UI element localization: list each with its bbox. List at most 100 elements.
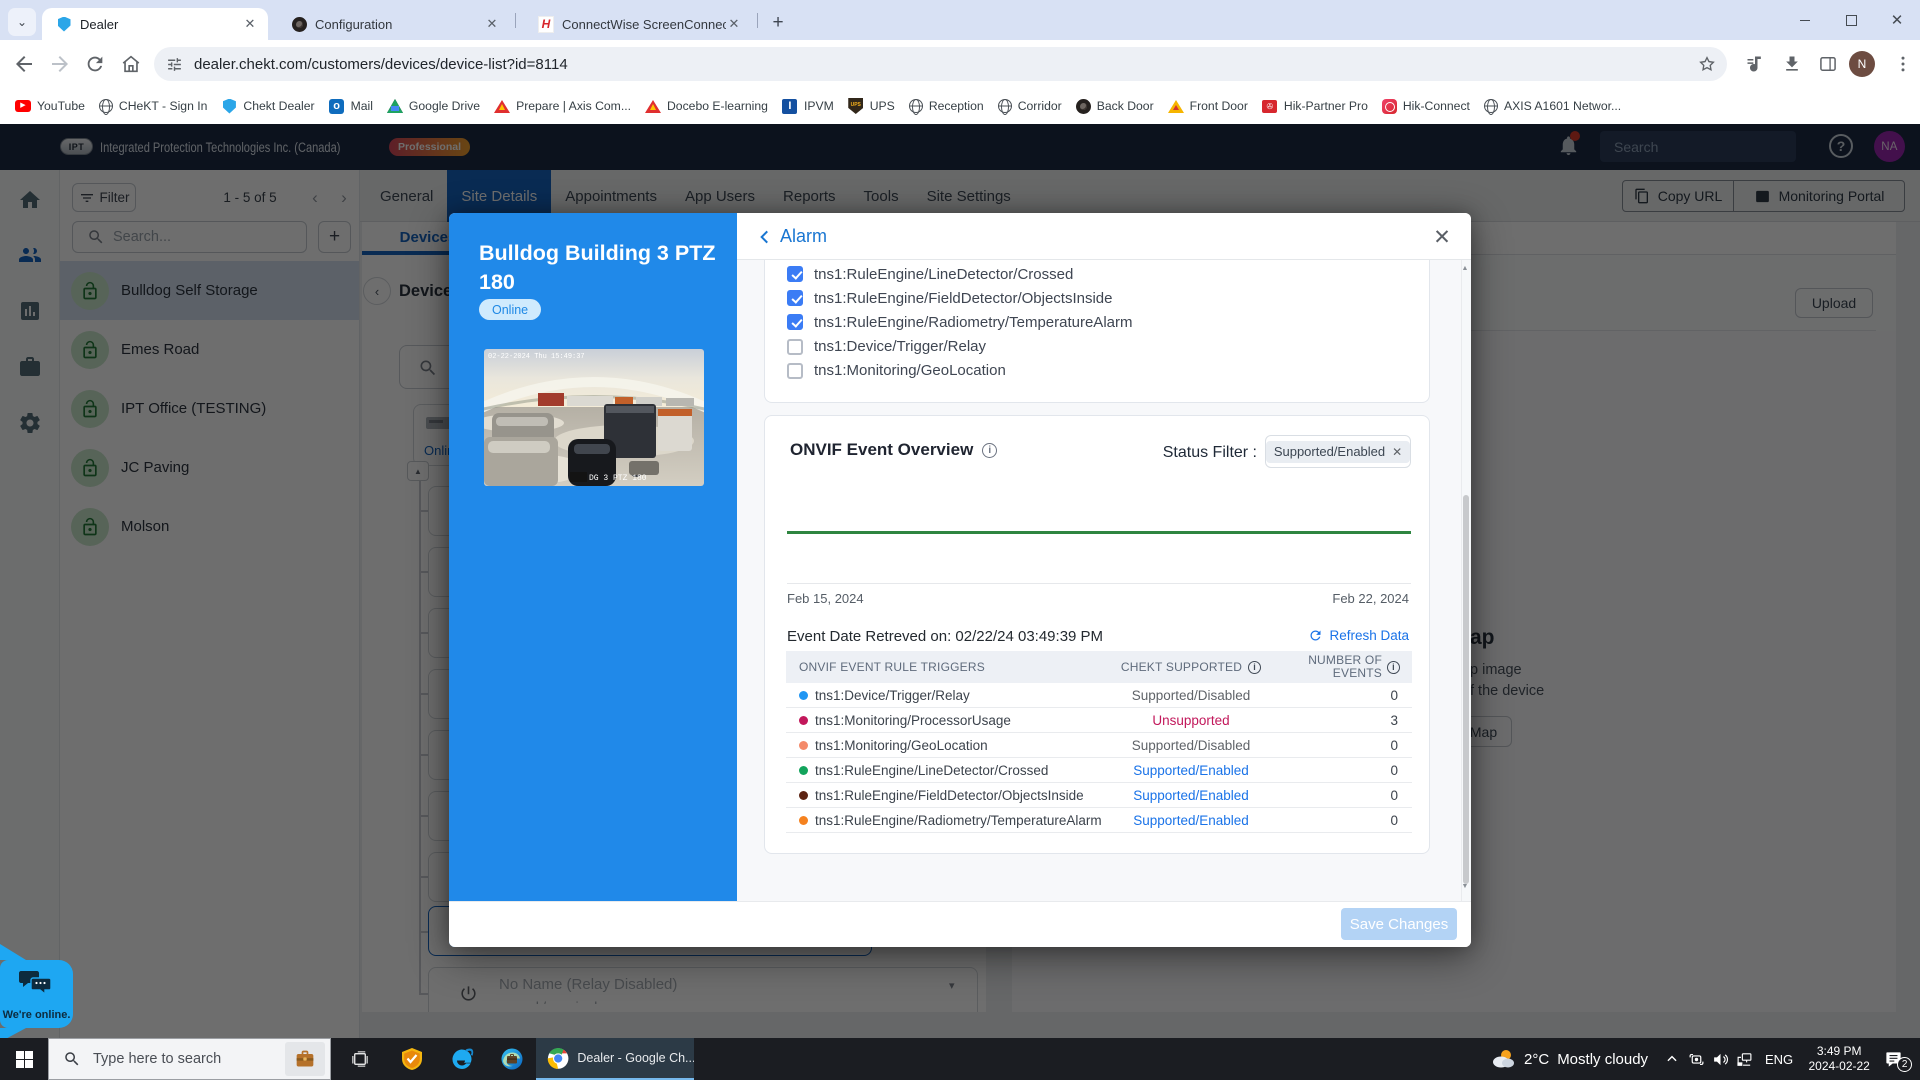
- save-changes-button[interactable]: Save Changes: [1341, 908, 1457, 940]
- url-text[interactable]: dealer.chekt.com/customers/devices/devic…: [194, 47, 568, 81]
- status-filter-select[interactable]: Supported/Enabled ✕: [1265, 435, 1411, 468]
- tray-network-icon[interactable]: [1732, 1051, 1756, 1068]
- taskbar-weather[interactable]: 2°C Mostly cloudy: [1490, 1038, 1648, 1080]
- bookmark-favicon: [99, 99, 113, 113]
- trigger-name: tns1:Monitoring/GeoLocation: [815, 738, 988, 753]
- site-info-icon[interactable]: [166, 56, 183, 73]
- scrollbar-thumb[interactable]: [1463, 495, 1469, 884]
- downloads-icon[interactable]: [1782, 54, 1802, 74]
- taskbar-active-task[interactable]: Dealer - Google Ch...: [536, 1038, 694, 1080]
- tab-close-icon[interactable]: ✕: [242, 16, 258, 32]
- back-icon[interactable]: [12, 52, 36, 76]
- forward-icon[interactable]: [48, 52, 72, 76]
- tab-title: Configuration: [315, 17, 484, 32]
- refresh-data-label: Refresh Data: [1329, 628, 1409, 643]
- bookmark-item[interactable]: Google Drive: [380, 93, 487, 119]
- bookmark-item[interactable]: Prepare | Axis Com...: [487, 93, 638, 119]
- info-icon[interactable]: i: [982, 443, 997, 458]
- checkbox[interactable]: [787, 266, 803, 282]
- bookmark-favicon: [998, 99, 1012, 113]
- new-tab-button[interactable]: +: [764, 9, 792, 37]
- thumb-label: DG 3 PTZ 180: [589, 474, 647, 483]
- browser-tab-dealer[interactable]: Dealer ✕: [42, 8, 268, 40]
- browser-tab-connectwise[interactable]: ConnectWise ScreenConnect Re ✕: [524, 8, 752, 40]
- thumb-timestamp: 02-22-2024 Thu 15:49:37: [488, 353, 585, 361]
- bookmark-item[interactable]: YouTube: [8, 93, 92, 119]
- side-panel-icon[interactable]: [1818, 54, 1838, 74]
- back-label: Alarm: [780, 226, 827, 247]
- camera-thumbnail[interactable]: 02-22-2024 Thu 15:49:37 DG 3 PTZ 180: [484, 349, 704, 486]
- bookmark-item[interactable]: Hik-Connect: [1375, 93, 1477, 119]
- taskbar-app-norton[interactable]: [388, 1038, 436, 1080]
- tab-search-button[interactable]: ⌄: [8, 8, 36, 36]
- info-icon[interactable]: i: [1387, 661, 1400, 674]
- tray-expand-icon[interactable]: [1660, 1052, 1684, 1066]
- bookmark-item[interactable]: Chekt Dealer: [214, 93, 321, 119]
- briefcase-icon[interactable]: [285, 1042, 325, 1076]
- bookmark-item[interactable]: Hik-Partner Pro: [1255, 93, 1375, 119]
- taskbar-app-ie[interactable]: [438, 1038, 486, 1080]
- bookmark-item[interactable]: CHeKT - Sign In: [92, 93, 215, 119]
- event-trigger-option[interactable]: tns1:RuleEngine/Radiometry/TemperatureAl…: [787, 310, 1132, 334]
- tab-title: ConnectWise ScreenConnect Re: [562, 17, 726, 32]
- refresh-data-link[interactable]: Refresh Data: [1308, 628, 1409, 643]
- tab-close-icon[interactable]: ✕: [726, 16, 742, 32]
- start-button[interactable]: [0, 1038, 48, 1080]
- close-icon[interactable]: ✕: [1431, 226, 1453, 248]
- home-icon[interactable]: [120, 53, 144, 77]
- bookmark-item[interactable]: Corridor: [991, 93, 1069, 119]
- tray-volume-icon[interactable]: [1708, 1051, 1732, 1068]
- browser-tab-configuration[interactable]: Configuration ✕: [278, 8, 510, 40]
- tab-title: Dealer: [80, 17, 242, 32]
- chat-widget[interactable]: We're online.: [0, 960, 73, 1028]
- checkbox[interactable]: [787, 363, 803, 379]
- tab-divider: [757, 13, 758, 28]
- back-link[interactable]: Alarm: [756, 213, 827, 260]
- event-trigger-option[interactable]: tns1:Device/Trigger/Relay: [787, 335, 986, 359]
- window-minimize-button[interactable]: [1782, 0, 1828, 40]
- event-trigger-option[interactable]: tns1:RuleEngine/LineDetector/Crossed: [787, 262, 1073, 286]
- bookmark-item[interactable]: Mail: [322, 93, 380, 119]
- tray-capture-icon[interactable]: [1684, 1051, 1708, 1068]
- bookmark-item[interactable]: AXIS A1601 Networ...: [1477, 93, 1628, 119]
- table-row: tns1:RuleEngine/LineDetector/Crossed Sup…: [786, 758, 1412, 783]
- reload-icon[interactable]: [84, 53, 108, 77]
- event-trigger-option[interactable]: tns1:Monitoring/GeoLocation: [787, 359, 1006, 383]
- scrollbar-up-icon[interactable]: ▲: [1460, 265, 1470, 277]
- bookmark-item[interactable]: Docebo E-learning: [638, 93, 775, 119]
- bookmark-item[interactable]: Back Door: [1069, 93, 1161, 119]
- bookmark-favicon: [909, 99, 923, 113]
- chip-remove-icon[interactable]: ✕: [1392, 445, 1402, 459]
- bookmark-item[interactable]: IPVM: [775, 93, 841, 119]
- notification-center-icon[interactable]: 2: [1876, 1050, 1910, 1069]
- bookmark-item[interactable]: Reception: [902, 93, 991, 119]
- checkbox[interactable]: [787, 339, 803, 355]
- event-trigger-option[interactable]: tns1:RuleEngine/FieldDetector/ObjectsIns…: [787, 286, 1113, 310]
- window-maximize-button[interactable]: [1828, 0, 1874, 40]
- tray-language[interactable]: ENG: [1756, 1052, 1802, 1067]
- bookmark-item[interactable]: Front Door: [1161, 93, 1255, 119]
- info-icon[interactable]: i: [1248, 661, 1261, 674]
- series-dot: [799, 741, 808, 750]
- checkbox[interactable]: [787, 290, 803, 306]
- status-filter-label: Status Filter :: [1163, 444, 1257, 462]
- window-close-button[interactable]: ✕: [1874, 0, 1920, 40]
- bookmark-item[interactable]: UPS: [841, 93, 902, 119]
- taskbar-search-input[interactable]: Type here to search: [48, 1038, 331, 1080]
- scrollbar-down-icon[interactable]: ▼: [1460, 883, 1470, 895]
- browser-menu-icon[interactable]: [1893, 54, 1913, 74]
- alarm-panel: Alarm ✕ tns1:RuleEngine/LineDetector/Cro…: [737, 213, 1471, 947]
- taskbar-app-edge[interactable]: [488, 1038, 536, 1080]
- event-count: 0: [1266, 763, 1412, 778]
- table-header-row: ONVIF EVENT RULE TRIGGERS CHEKT SUPPORTE…: [786, 651, 1412, 683]
- task-view-icon[interactable]: [338, 1038, 382, 1080]
- tab-close-icon[interactable]: ✕: [484, 16, 500, 32]
- status-filter-chip[interactable]: Supported/Enabled ✕: [1266, 441, 1410, 463]
- chat-status-text: We're online.: [0, 1009, 73, 1021]
- bookmark-star-icon[interactable]: [1698, 55, 1716, 73]
- browser-profile-avatar[interactable]: N: [1849, 51, 1875, 77]
- taskbar-clock[interactable]: 3:49 PM2024-02-22: [1802, 1044, 1876, 1074]
- bookmark-label: CHeKT - Sign In: [119, 99, 208, 113]
- media-controls-icon[interactable]: [1745, 54, 1765, 74]
- checkbox[interactable]: [787, 314, 803, 330]
